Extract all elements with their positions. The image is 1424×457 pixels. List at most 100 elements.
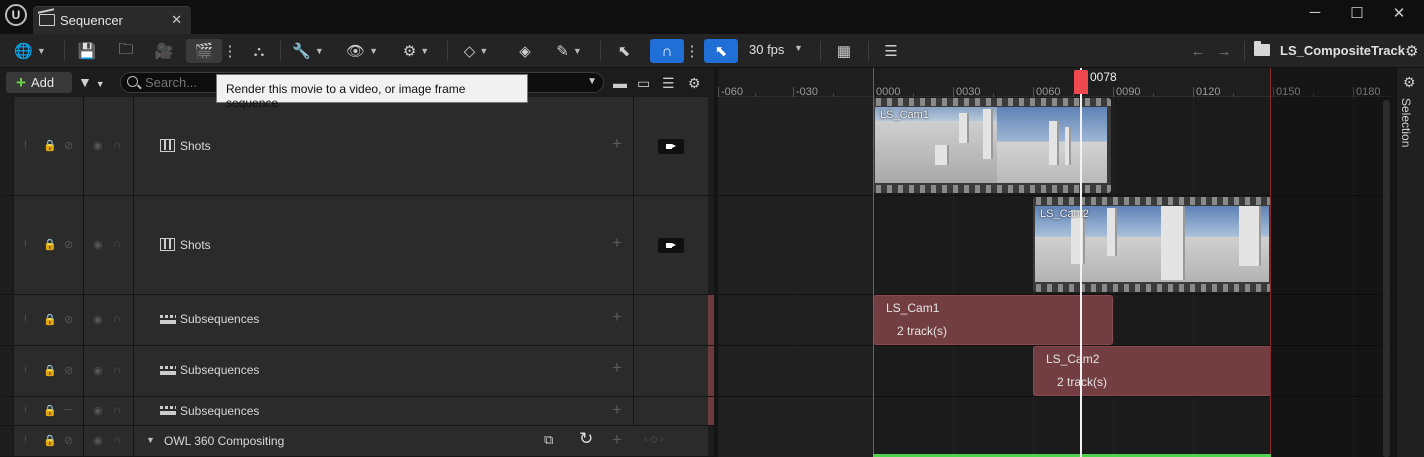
- refresh-icon[interactable]: ↻: [579, 429, 593, 449]
- mute-icon[interactable]: ─: [64, 404, 72, 416]
- vertical-scrollbar[interactable]: [1383, 100, 1390, 457]
- forward-button[interactable]: →: [1214, 39, 1234, 63]
- shot-section-ls-cam1[interactable]: LS_Cam1: [873, 98, 1111, 193]
- tab-sequencer[interactable]: Sequencer ✕: [33, 6, 191, 34]
- eye-icon[interactable]: ◉: [93, 139, 103, 152]
- save-button[interactable]: 💾: [76, 39, 98, 63]
- sequence-name[interactable]: LS_CompositeTrack: [1280, 43, 1405, 58]
- selection-tool-button[interactable]: ⬉: [612, 39, 636, 63]
- keyframe-nav-icon[interactable]: ‹ ◇ ›: [644, 434, 664, 445]
- window-close-button[interactable]: ✕: [1384, 4, 1414, 22]
- auto-key-button[interactable]: ◈: [514, 39, 536, 63]
- minimize-button[interactable]: ─: [1300, 4, 1330, 21]
- chevron-down-icon[interactable]: ▼: [587, 76, 597, 87]
- playhead-line[interactable]: [1080, 68, 1082, 457]
- view-options-button[interactable]: 👁 ▼: [344, 39, 380, 63]
- grid-button[interactable]: ▦: [832, 39, 856, 63]
- lock-icon[interactable]: 🔒: [43, 238, 57, 251]
- chevron-down-icon[interactable]: ▼: [794, 43, 803, 53]
- render-movie-button[interactable]: 🎬: [186, 39, 222, 63]
- list-icon[interactable]: ☰: [662, 75, 675, 92]
- pin-icon[interactable]: ⍿: [24, 434, 27, 447]
- timeline-area[interactable]: -060 -030 0000 0030 0060 0090 0120 0150 …: [718, 68, 1393, 457]
- pin-icon[interactable]: ⍿: [24, 313, 27, 326]
- world-button[interactable]: 🌐 ▼: [10, 39, 50, 63]
- eye-icon[interactable]: ◉: [93, 238, 103, 251]
- add-section-button[interactable]: +: [612, 134, 622, 154]
- pin-icon[interactable]: ⍿: [24, 238, 27, 251]
- shot-section-ls-cam2[interactable]: LS_Cam2: [1033, 197, 1271, 292]
- track-view-icon[interactable]: ▭: [637, 75, 650, 92]
- lock-icon[interactable]: 🔒: [43, 364, 57, 377]
- camera-cut-button[interactable]: [658, 238, 684, 253]
- mute-icon[interactable]: ⊘: [64, 364, 73, 377]
- lock-icon[interactable]: 🔒: [43, 313, 57, 326]
- add-section-button[interactable]: +: [612, 358, 622, 378]
- track-label: Subsequences: [180, 404, 260, 418]
- eye-icon[interactable]: ◉: [93, 434, 103, 447]
- snap-toggle-button[interactable]: ∩: [650, 39, 684, 63]
- add-section-button[interactable]: +: [612, 307, 622, 327]
- add-section-button[interactable]: +: [612, 430, 622, 450]
- pin-icon[interactable]: ⍿: [24, 139, 27, 152]
- subsequence-section-ls-cam1[interactable]: LS_Cam1 2 track(s): [873, 295, 1113, 345]
- eye-icon[interactable]: ◉: [93, 364, 103, 377]
- playback-options-button[interactable]: ⚙ ▼: [398, 39, 434, 63]
- lock-icon[interactable]: 🔒: [43, 404, 57, 417]
- chevron-down-icon[interactable]: ▼: [146, 435, 155, 445]
- headphones-icon[interactable]: ∩: [113, 364, 121, 376]
- headphones-icon[interactable]: ∩: [113, 238, 121, 250]
- pin-icon[interactable]: ⍿: [24, 364, 27, 377]
- collapse-icon[interactable]: ▬: [613, 75, 627, 91]
- render-options-button[interactable]: ⋮: [223, 39, 238, 63]
- track-row[interactable]: ⍿ 🔒 ⊘ ◉ ∩ ▼ OWL 360 Compositing ⧉ ↻ + ‹ …: [0, 426, 714, 457]
- headphones-icon[interactable]: ∩: [113, 434, 121, 446]
- track-row[interactable]: ⍿ 🔒 ⊘ ◉ ∩ Subsequences +: [0, 295, 714, 346]
- framerate-dropdown[interactable]: 30 fps: [749, 42, 784, 57]
- filter-button[interactable]: ▼ ▼: [78, 74, 105, 90]
- tab-close-icon[interactable]: ✕: [171, 12, 182, 28]
- headphones-icon[interactable]: ∩: [113, 404, 121, 416]
- playback-end-marker[interactable]: [1270, 68, 1271, 457]
- subsequence-section-ls-cam2[interactable]: LS_Cam2 2 track(s): [1033, 346, 1271, 396]
- playback-start-marker[interactable]: [873, 68, 874, 457]
- headphones-icon[interactable]: ∩: [113, 313, 121, 325]
- add-section-button[interactable]: +: [612, 233, 622, 253]
- unreal-logo-icon[interactable]: U: [5, 4, 27, 26]
- settings-icon[interactable]: ⚙: [1405, 42, 1418, 60]
- mute-icon[interactable]: ⊘: [64, 313, 73, 326]
- selection-tab[interactable]: Selection: [1399, 98, 1413, 147]
- folder-icon[interactable]: [1254, 41, 1270, 56]
- actions-button[interactable]: 🔧 ▼: [290, 39, 326, 63]
- playhead-handle[interactable]: [1074, 70, 1088, 94]
- track-row[interactable]: ⍿ 🔒 ⊘ ◉ ∩ Subsequences +: [0, 346, 714, 397]
- media-icon[interactable]: ⧉: [544, 432, 553, 448]
- back-button[interactable]: ←: [1188, 39, 1208, 63]
- lock-view-button[interactable]: ☰: [878, 39, 904, 63]
- track-row[interactable]: ⍿ 🔒 ⊘ ◉ ∩ Shots +: [0, 196, 714, 295]
- eye-icon[interactable]: ◉: [93, 313, 103, 326]
- headphones-icon[interactable]: ∩: [113, 139, 121, 151]
- mute-icon[interactable]: ⊘: [64, 434, 73, 447]
- maximize-button[interactable]: ☐: [1342, 4, 1372, 22]
- mute-icon[interactable]: ⊘: [64, 238, 73, 251]
- snap-options-button[interactable]: ⋮: [685, 39, 700, 63]
- track-row[interactable]: ⍿ 🔒 ⊘ ◉ ∩ Shots +: [0, 97, 714, 196]
- key-button[interactable]: ◇ ▼: [457, 39, 495, 63]
- lock-icon[interactable]: 🔒: [43, 434, 57, 447]
- sequence-hierarchy-button[interactable]: ⛬: [246, 39, 272, 63]
- browse-button[interactable]: 🗀: [113, 39, 139, 63]
- lock-icon[interactable]: 🔒: [43, 139, 57, 152]
- edit-mode-button[interactable]: ✎ ▼: [551, 39, 587, 63]
- snap-playhead-button[interactable]: ⬉: [704, 39, 738, 63]
- add-track-button[interactable]: + Add: [6, 72, 72, 93]
- camera-cut-button[interactable]: [658, 139, 684, 154]
- track-row[interactable]: ⍿ 🔒 ─ ◉ ∩ Subsequences +: [0, 397, 714, 426]
- gear-icon[interactable]: ⚙: [688, 75, 701, 92]
- camera-button[interactable]: 🎥: [150, 39, 178, 63]
- pin-icon[interactable]: ⍿: [24, 404, 27, 417]
- eye-icon[interactable]: ◉: [93, 404, 103, 417]
- add-section-button[interactable]: +: [612, 400, 622, 420]
- sliders-icon[interactable]: ⚙: [1403, 74, 1416, 91]
- mute-icon[interactable]: ⊘: [64, 139, 73, 152]
